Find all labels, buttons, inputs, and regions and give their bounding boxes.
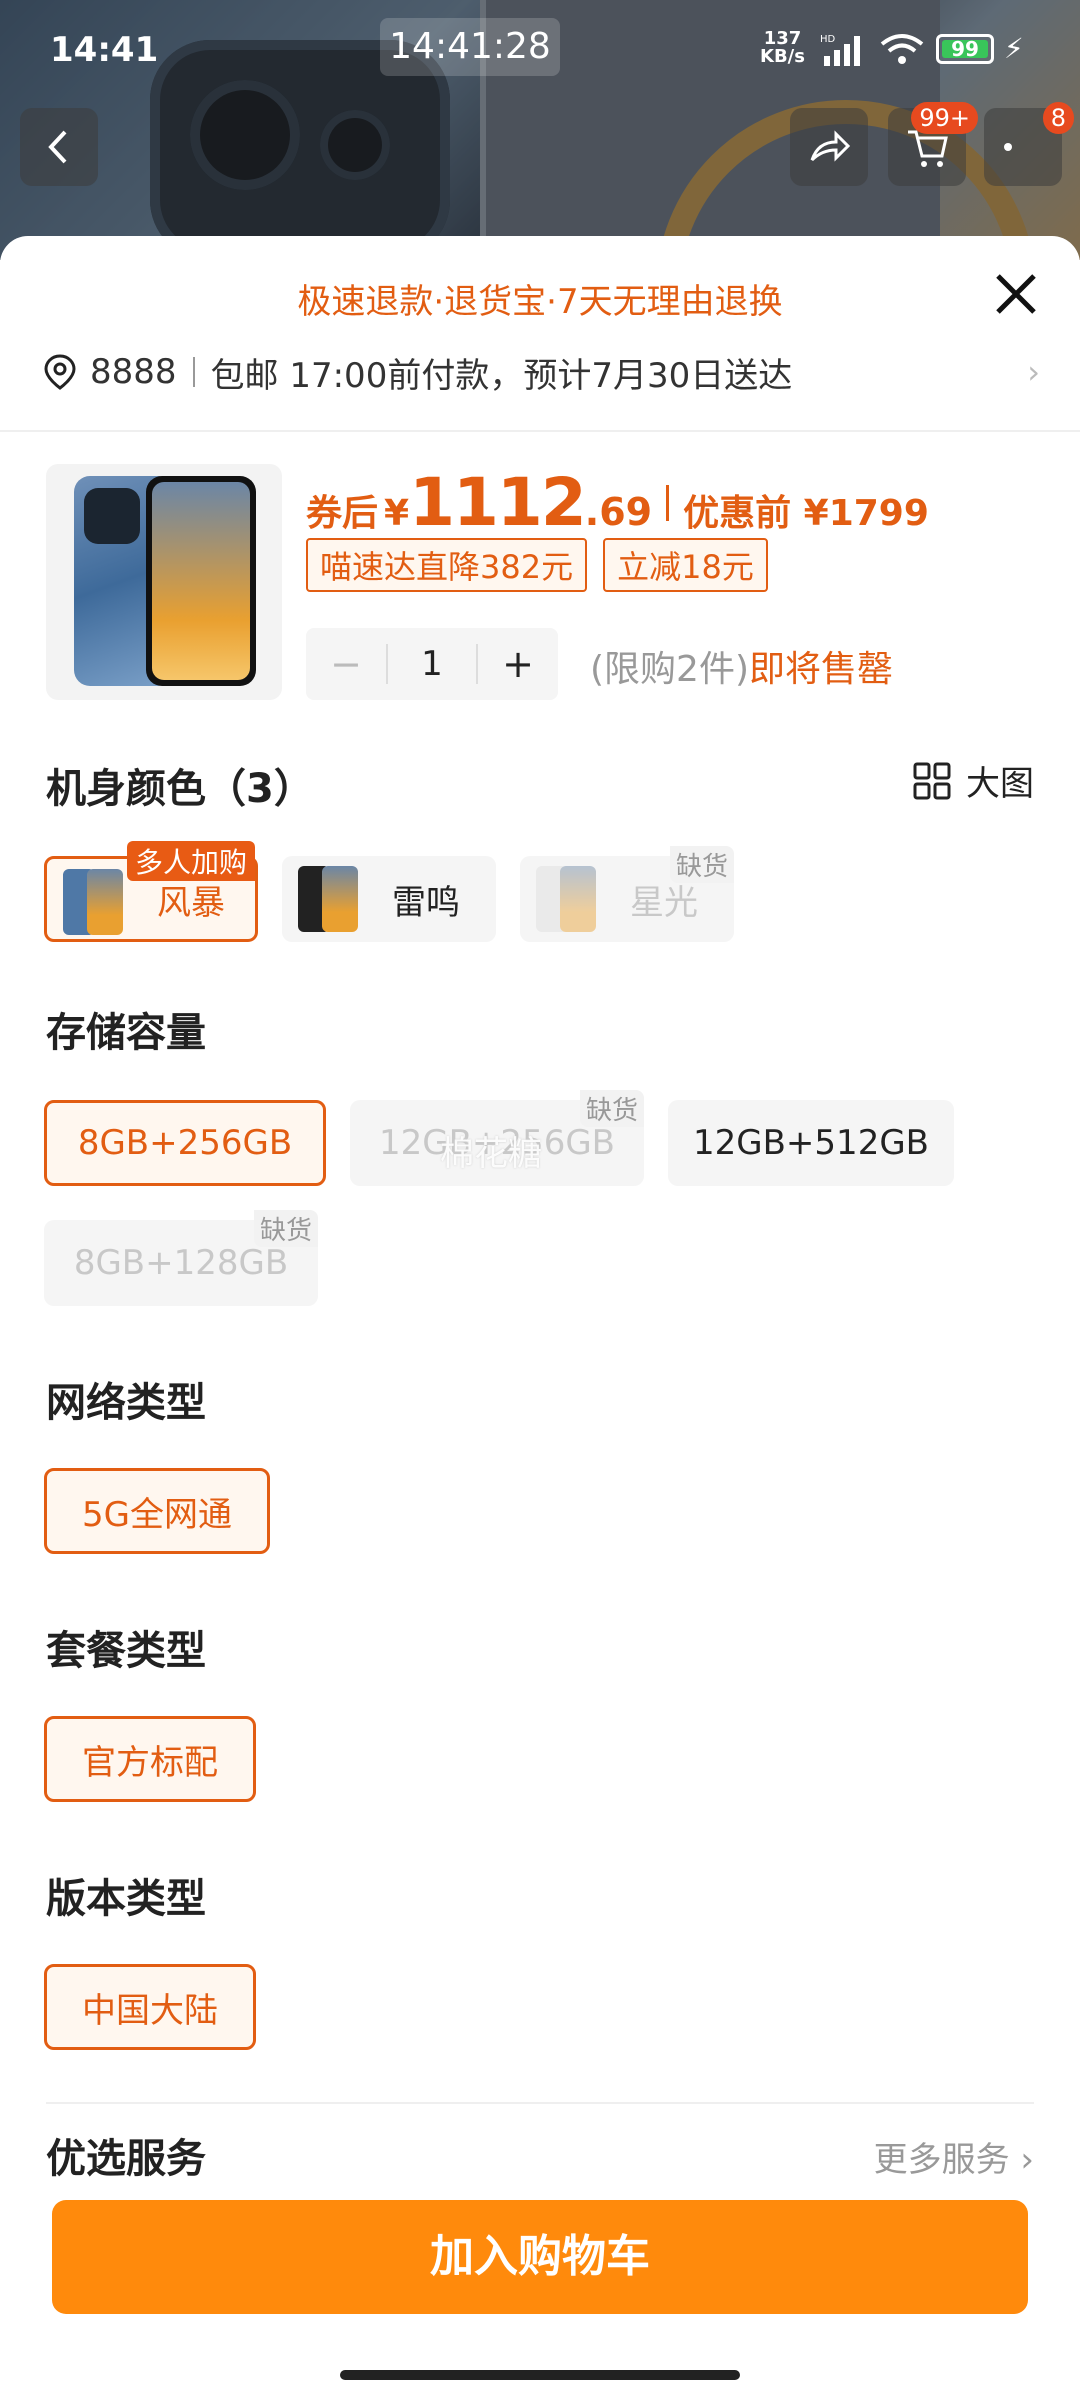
price-decimal: .69 [584,490,653,534]
more-icon [1004,143,1012,151]
chevron-right-icon: › [1027,353,1040,391]
address-code: 8888 [90,352,177,392]
location-pin-icon [44,354,76,390]
decrease-button[interactable]: − [306,642,386,686]
product-thumbnail[interactable] [46,464,282,700]
charging-icon: ⚡ [1004,32,1024,65]
close-icon[interactable] [988,266,1044,322]
price-line: 券后 ¥ 1112 .69 优惠前 ¥1799 [306,464,929,541]
quantity-value[interactable]: 1 [386,644,478,684]
quantity-stepper: − 1 + [306,628,558,700]
service-section-title: 优选服务 [46,2136,206,2182]
price-label: 券后 [306,493,379,534]
currency-symbol: ¥ [384,493,410,534]
color-option-starlight[interactable]: 星光 缺货 [520,846,734,942]
watermark: 棉花糖 [440,1134,542,1174]
out-of-stock-badge: 缺货 [253,1210,318,1247]
package-section-title: 套餐类型 [46,1628,206,1674]
popular-badge: 多人加购 [126,841,255,881]
status-time: 14:41 [50,30,159,70]
price-integer: 1112 [409,464,587,541]
wifi-icon [880,34,924,64]
share-button[interactable] [790,108,868,186]
color-option-thunder[interactable]: 雷鸣 [282,856,496,942]
cart-button[interactable]: 99+ [888,102,978,186]
delivery-info: 包邮 17:00前付款，预计7月30日送达 [210,355,793,396]
sku-selection-sheet: 极速退款·退货宝·7天无理由退换 8888 包邮 17:00前付款，预计7月30… [0,236,1080,2400]
battery-icon: 99 [936,34,994,64]
storage-option-8-256[interactable]: 8GB+256GB [44,1100,326,1186]
divider [46,2102,1034,2104]
promo-tags: 喵速达直降382元 立减18元 [306,538,768,592]
color-section-title: 机身颜色（3） [46,766,314,812]
back-button[interactable] [20,108,98,186]
more-services-link[interactable]: 更多服务 › [874,2132,1034,2181]
version-section-title: 版本类型 [46,1876,206,1922]
signal-icon: HD [820,34,860,66]
original-price: 优惠前 ¥1799 [683,493,929,534]
status-bar: 14:41 14:41:28 137 KB/s HD 99 ⚡ [0,0,1080,100]
color-option-storm[interactable]: 风暴 多人加购 [44,841,258,942]
message-badge: 8 [1042,102,1074,134]
add-to-cart-button[interactable]: 加入购物车 [52,2200,1028,2314]
big-picture-toggle[interactable]: 大图 [912,756,1034,805]
network-section-title: 网络类型 [46,1380,206,1426]
divider [0,430,1080,432]
out-of-stock-badge: 缺货 [579,1090,644,1127]
purchase-limit: (限购2件)即将售罄 [590,649,894,690]
package-option-official[interactable]: 官方标配 [44,1716,256,1802]
net-speed: 137 KB/s [760,28,805,67]
more-button[interactable]: 8 [984,102,1074,186]
delivery-address-row[interactable]: 8888 包邮 17:00前付款，预计7月30日送达 › [40,336,1040,408]
cart-badge: 99+ [911,102,978,134]
svg-text:HD: HD [820,34,836,45]
grid-icon [913,762,951,799]
storage-option-12-512[interactable]: 12GB+512GB [668,1100,954,1186]
home-indicator[interactable] [340,2370,740,2380]
storage-section-title: 存储容量 [46,1010,206,1056]
chevron-left-icon [48,130,67,164]
version-option-mainland[interactable]: 中国大陆 [44,1964,256,2050]
guarantee-banner: 极速退款·退货宝·7天无理由退换 [297,282,783,322]
screen-record-time: 14:41:28 [380,18,560,76]
out-of-stock-badge: 缺货 [669,846,734,883]
storage-option-8-128[interactable]: 8GB+128GB 缺货 [44,1210,318,1306]
share-icon [810,130,851,162]
promo-tag: 喵速达直降382元 [306,538,588,592]
increase-button[interactable]: + [478,642,558,686]
promo-tag: 立减18元 [603,538,768,592]
network-option-5g[interactable]: 5G全网通 [44,1468,270,1554]
